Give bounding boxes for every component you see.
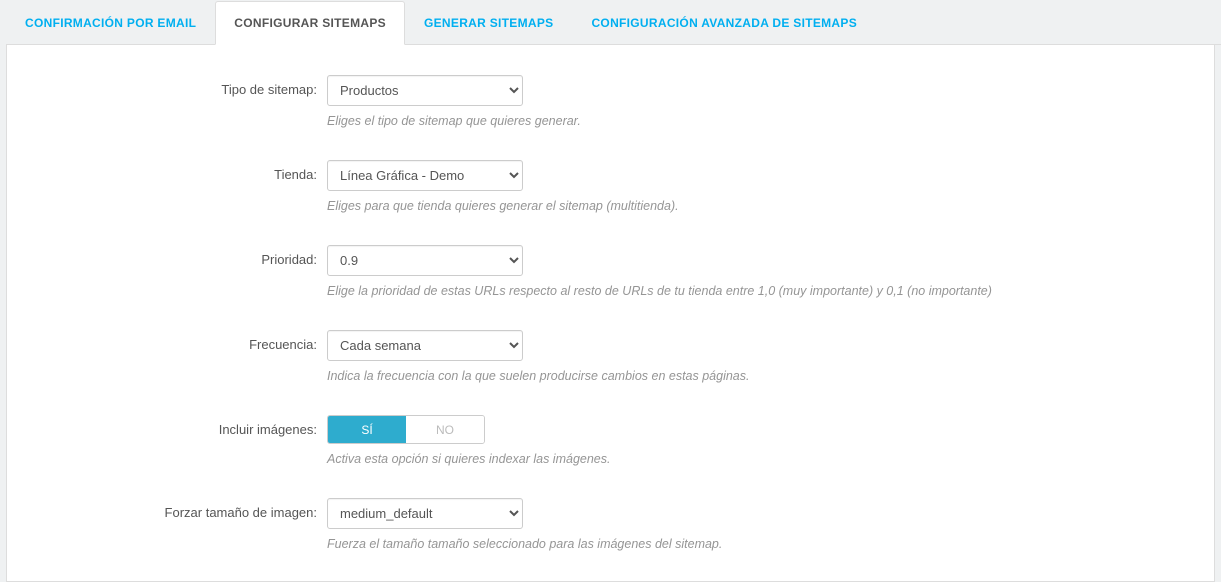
tab-generate-sitemaps[interactable]: GENERAR SITEMAPS [405,1,572,45]
field-include-images: SÍ NO Activa esta opción si quieres inde… [327,415,1194,466]
label-sitemap-type: Tipo de sitemap: [27,75,327,97]
panel-configure-sitemaps: Tipo de sitemap: Productos Eliges el tip… [6,45,1215,582]
tabs: CONFIRMACIÓN POR EMAIL CONFIGURAR SITEMA… [6,0,1221,45]
help-image-size: Fuerza el tamaño tamaño seleccionado par… [327,537,1194,551]
row-priority: Prioridad: 0.9 Elige la prioridad de est… [27,245,1194,298]
select-image-size[interactable]: medium_default [327,498,523,529]
field-priority: 0.9 Elige la prioridad de estas URLs res… [327,245,1194,298]
tab-advanced-sitemaps[interactable]: CONFIGURACIÓN AVANZADA DE SITEMAPS [572,1,876,45]
help-frequency: Indica la frecuencia con la que suelen p… [327,369,1194,383]
field-frequency: Cada semana Indica la frecuencia con la … [327,330,1194,383]
label-priority: Prioridad: [27,245,327,267]
field-shop: Línea Gráfica - Demo Eliges para que tie… [327,160,1194,213]
row-include-images: Incluir imágenes: SÍ NO Activa esta opci… [27,415,1194,466]
select-frequency[interactable]: Cada semana [327,330,523,361]
select-sitemap-type[interactable]: Productos [327,75,523,106]
select-priority[interactable]: 0.9 [327,245,523,276]
help-shop: Eliges para que tienda quieres generar e… [327,199,1194,213]
tab-configure-sitemaps[interactable]: CONFIGURAR SITEMAPS [215,1,405,45]
row-shop: Tienda: Línea Gráfica - Demo Eliges para… [27,160,1194,213]
help-sitemap-type: Eliges el tipo de sitemap que quieres ge… [327,114,1194,128]
row-frequency: Frecuencia: Cada semana Indica la frecue… [27,330,1194,383]
toggle-yes[interactable]: SÍ [328,416,406,443]
help-include-images: Activa esta opción si quieres indexar la… [327,452,1194,466]
label-include-images: Incluir imágenes: [27,415,327,437]
select-shop[interactable]: Línea Gráfica - Demo [327,160,523,191]
row-sitemap-type: Tipo de sitemap: Productos Eliges el tip… [27,75,1194,128]
label-image-size: Forzar tamaño de imagen: [27,498,327,520]
tab-email-confirm[interactable]: CONFIRMACIÓN POR EMAIL [6,1,215,45]
label-frequency: Frecuencia: [27,330,327,352]
label-shop: Tienda: [27,160,327,182]
toggle-include-images[interactable]: SÍ NO [327,415,485,444]
field-sitemap-type: Productos Eliges el tipo de sitemap que … [327,75,1194,128]
toggle-no[interactable]: NO [406,416,484,443]
help-priority: Elige la prioridad de estas URLs respect… [327,284,1194,298]
